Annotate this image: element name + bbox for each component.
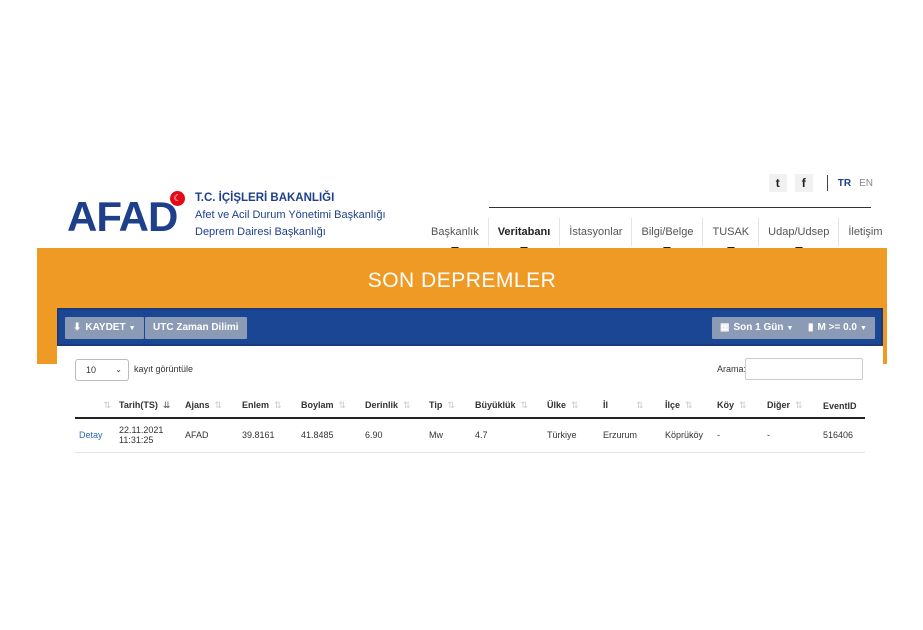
col-header-district[interactable]: İlçe ⇅: [661, 394, 713, 419]
search-label: Arama:: [717, 364, 747, 374]
nav-item-iletisim[interactable]: İletişim: [839, 218, 891, 246]
cell-latitude: 39.8161: [238, 418, 297, 453]
sort-desc-icon: ⇊: [162, 400, 171, 410]
sort-icon: ⇅: [685, 400, 693, 410]
ministry-line2: Afet ve Acil Durum Yönetimi Başkanlığı: [195, 209, 386, 221]
detail-link[interactable]: Detay: [75, 418, 115, 453]
earthquake-panel: ⬇ KAYDET ▼ UTC Zaman Dilimi ▦ Son 1 Gün ▼ ▮ M…: [57, 308, 883, 457]
col-header-other[interactable]: Diğer ⇅: [763, 394, 819, 419]
col-header-detail[interactable]: ⇅: [75, 394, 115, 419]
col-header-village[interactable]: Köy ⇅: [713, 394, 763, 419]
header-divider: [489, 207, 871, 208]
col-header-country[interactable]: Ülke ⇅: [543, 394, 599, 419]
main-nav: Başkanlık Veritabanı İstasyonlar Bilgi/B…: [422, 218, 892, 252]
col-header-agency[interactable]: Ajans ⇅: [181, 394, 238, 419]
twitter-icon[interactable]: t: [768, 174, 787, 192]
sort-icon: ⇅: [274, 400, 282, 410]
cell-district: Köprüköy: [661, 418, 713, 453]
page-length-label: kayıt görüntüle: [134, 364, 194, 374]
magnitude-dropdown[interactable]: ▮ M >= 0.0 ▼: [800, 317, 875, 339]
nav-item-udap-udsep[interactable]: Udap/Udsep: [759, 218, 840, 252]
site-header: AFAD ☾ T.C. İÇİŞLERİ BAKANLIĞI Afet ve A…: [37, 160, 887, 252]
utc-timezone-button[interactable]: UTC Zaman Dilimi: [145, 317, 247, 339]
table-row: Detay 22.11.2021 11:31:25 AFAD 39.8161 41…: [75, 418, 865, 453]
nav-item-tusak[interactable]: TUSAK: [703, 218, 760, 252]
language-en[interactable]: EN: [859, 178, 873, 189]
cell-province: Erzurum: [599, 418, 661, 453]
cell-country: Türkiye: [543, 418, 599, 453]
col-header-event-id[interactable]: EventID: [819, 394, 865, 419]
cell-agency: AFAD: [181, 418, 238, 453]
signal-bars-icon: ▮: [808, 322, 814, 333]
sort-icon: ⇅: [403, 400, 411, 410]
nav-item-veritabani[interactable]: Veritabanı: [489, 218, 561, 252]
col-header-latitude[interactable]: Enlem ⇅: [238, 394, 297, 419]
table-toolbar: ⬇ KAYDET ▼ UTC Zaman Dilimi ▦ Son 1 Gün ▼ ▮ M…: [57, 308, 883, 346]
page-title: SON DEPREMLER: [367, 269, 557, 292]
ministry-title: T.C. İÇİŞLERİ BAKANLIĞI Afet ve Acil Dur…: [195, 190, 386, 241]
caret-down-icon: ▼: [859, 325, 867, 332]
chevron-down-icon: ⌄: [115, 365, 122, 374]
turkish-flag-icon: ☾: [170, 191, 185, 206]
caret-down-icon: ▼: [128, 325, 136, 332]
afad-site: AFAD ☾ T.C. İÇİŞLERİ BAKANLIĞI Afet ve A…: [37, 160, 887, 457]
earthquake-table: ⇅ Tarih(TS) ⇊ Ajans ⇅ Enlem ⇅ Boylam ⇅ Derin…: [75, 394, 865, 453]
col-header-date[interactable]: Tarih(TS) ⇊: [115, 394, 181, 419]
table-controls: 10 ⌄ kayıt görüntüle Arama:: [57, 358, 883, 382]
sort-icon: ⇅: [795, 400, 803, 410]
afad-logo[interactable]: AFAD: [67, 196, 178, 238]
sort-icon: ⇅: [338, 400, 347, 410]
cell-date: 22.11.2021 11:31:25: [115, 418, 181, 453]
page-length-select[interactable]: 10 ⌄: [75, 359, 129, 381]
caret-down-icon: ▼: [786, 325, 794, 332]
sort-icon: ⇅: [739, 400, 747, 410]
cell-magnitude: 4.7: [471, 418, 543, 453]
col-header-depth[interactable]: Derinlik ⇅: [361, 394, 425, 419]
cell-village: -: [713, 418, 763, 453]
sort-icon: ⇅: [447, 400, 455, 410]
calendar-icon: ▦: [720, 322, 730, 333]
col-header-longitude[interactable]: Boylam ⇅: [297, 394, 361, 419]
ministry-line3: Deprem Dairesi Başkanlığı: [195, 226, 326, 238]
language-tr[interactable]: TR: [838, 178, 851, 189]
social-and-language: t f TR EN: [768, 173, 873, 193]
sort-icon: ⇅: [103, 400, 111, 410]
nav-item-baskanlik[interactable]: Başkanlık: [422, 218, 489, 252]
cell-longitude: 41.8485: [297, 418, 361, 453]
sort-icon: ⇅: [214, 400, 223, 410]
cell-type: Mw: [425, 418, 471, 453]
save-button[interactable]: ⬇ KAYDET ▼: [65, 317, 144, 339]
facebook-icon[interactable]: f: [794, 174, 813, 192]
nav-item-istasyonlar[interactable]: İstasyonlar: [560, 218, 633, 246]
download-icon: ⬇: [73, 322, 82, 333]
col-header-province[interactable]: İl ⇅: [599, 394, 661, 419]
separator: [826, 175, 828, 191]
search-input[interactable]: [745, 358, 863, 380]
sort-icon: ⇅: [636, 400, 644, 410]
sort-icon: ⇅: [520, 400, 529, 410]
cell-depth: 6.90: [361, 418, 425, 453]
cell-event-id: 516406: [819, 418, 865, 453]
sort-icon: ⇅: [571, 400, 579, 410]
ministry-line1: T.C. İÇİŞLERİ BAKANLIĞI: [195, 192, 335, 204]
table-header-row: ⇅ Tarih(TS) ⇊ Ajans ⇅ Enlem ⇅ Boylam ⇅ Derin…: [75, 394, 865, 419]
col-header-magnitude[interactable]: Büyüklük ⇅: [471, 394, 543, 419]
period-dropdown[interactable]: ▦ Son 1 Gün ▼: [712, 317, 802, 339]
nav-item-bilgi-belge[interactable]: Bilgi/Belge: [632, 218, 704, 252]
cell-other: -: [763, 418, 819, 453]
col-header-type[interactable]: Tip ⇅: [425, 394, 471, 419]
